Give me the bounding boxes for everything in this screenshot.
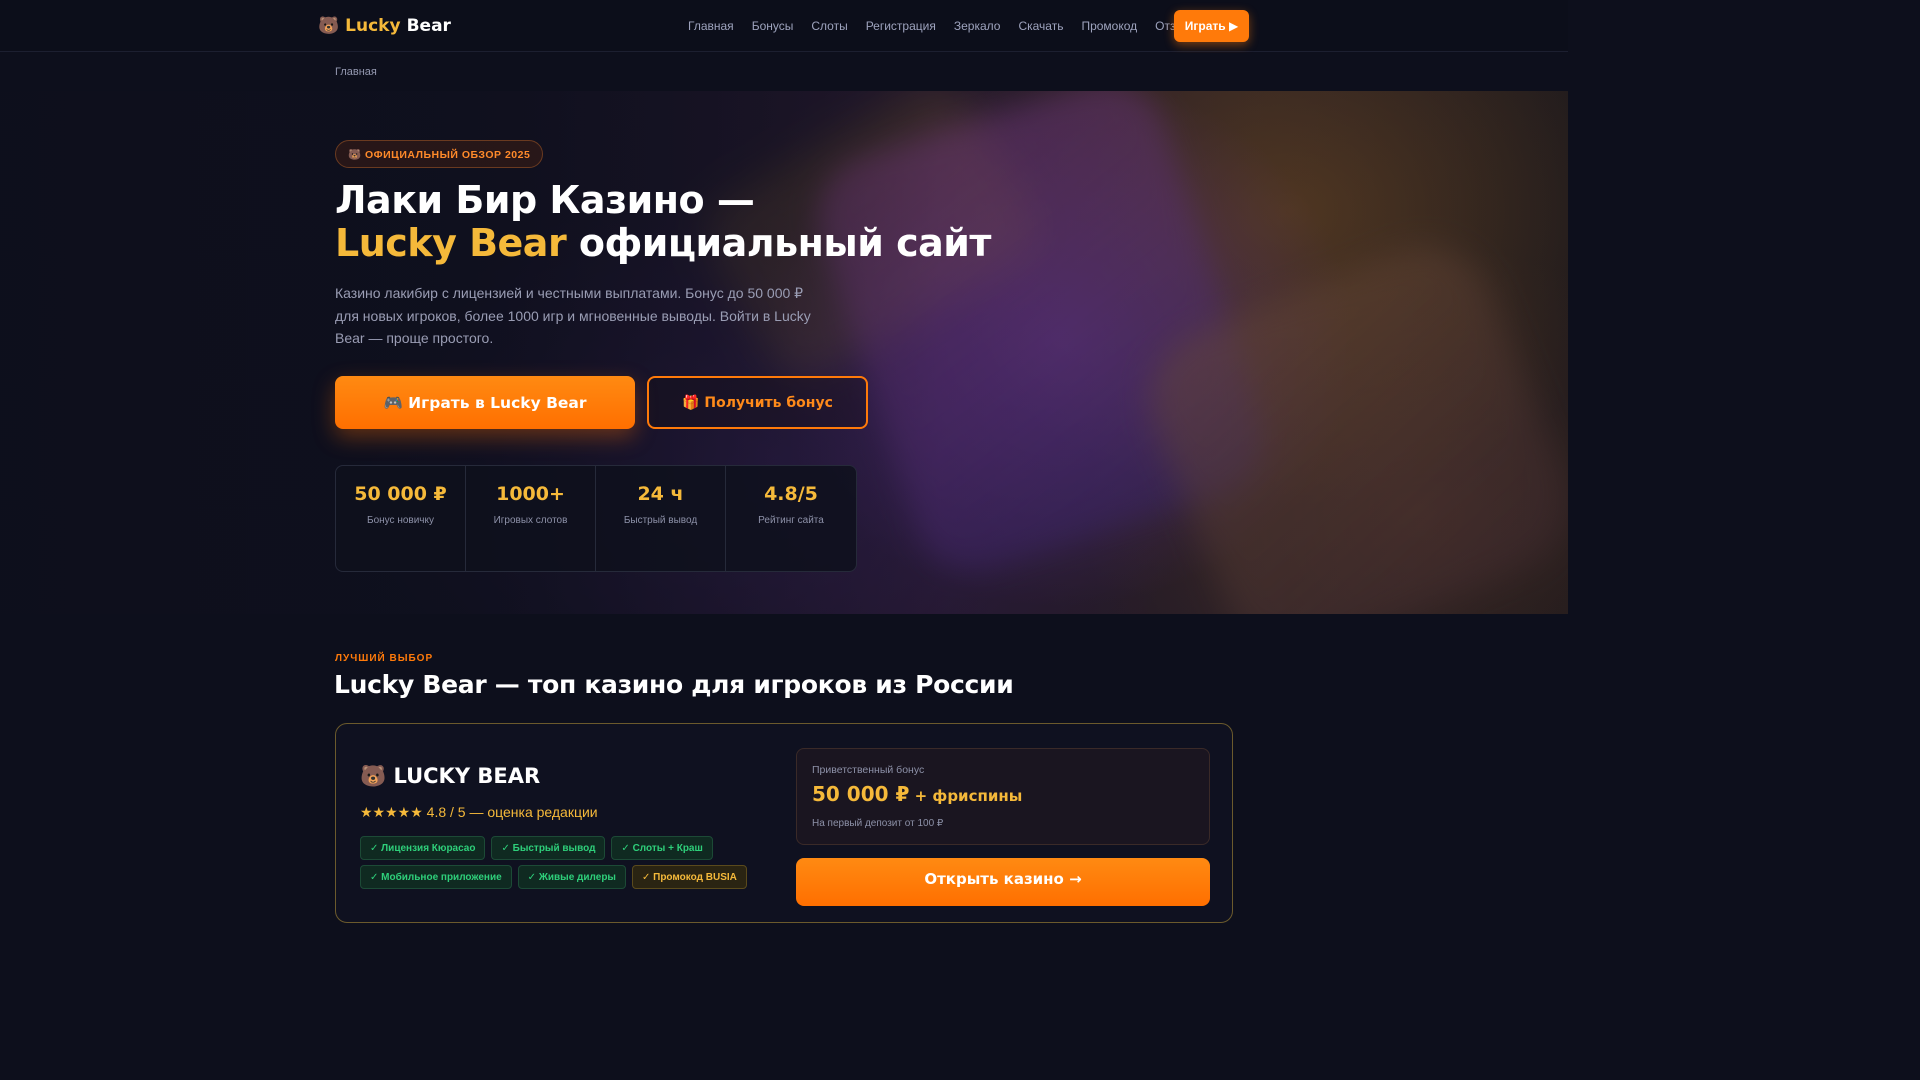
- logo-text-bear: Bear: [406, 16, 451, 36]
- bonus-amount: 50 000 ₽: [812, 782, 910, 806]
- top-navigation-bar: 🐻 Lucky Bear Главная Бонусы Слоты Регист…: [0, 0, 1568, 52]
- stats-panel: 50 000 ₽ Бонус новичку 1000+ Игровых сло…: [335, 465, 857, 572]
- logo-text-lucky: Lucky: [345, 16, 401, 36]
- bonus-note: На первый депозит от 100 ₽: [812, 818, 944, 829]
- nav-link-download[interactable]: Скачать: [1018, 19, 1063, 33]
- open-casino-button[interactable]: Открыть казино →: [796, 858, 1210, 906]
- nav-link-promocode[interactable]: Промокод: [1081, 19, 1137, 33]
- nav-link-bonuses[interactable]: Бонусы: [752, 19, 794, 33]
- feature-tag: ✓ Слоты + Краш: [611, 836, 713, 860]
- casino-brand: 🐻 LUCKY BEAR: [360, 764, 541, 788]
- bear-icon: 🐻: [318, 16, 340, 36]
- page-title-line1: Лаки Бир Казино —: [335, 178, 755, 222]
- stat-label: Бонус новичку: [367, 515, 434, 526]
- nav-link-registration[interactable]: Регистрация: [866, 19, 936, 33]
- stat-item: 50 000 ₽ Бонус новичку: [336, 466, 466, 571]
- stat-label: Игровых слотов: [493, 515, 568, 526]
- page-title: Лаки Бир Казино — Lucky Bear официальный…: [335, 179, 1155, 265]
- section-eyebrow: ЛУЧШИЙ ВЫБОР: [335, 653, 434, 664]
- play-lucky-bear-button[interactable]: 🎮 Играть в Lucky Bear: [335, 376, 635, 429]
- bonus-extra: + фриспины: [909, 787, 1023, 805]
- review-badge: 🐻 ОФИЦИАЛЬНЫЙ ОБЗОР 2025: [335, 140, 544, 168]
- rating-stars: ★★★★★: [360, 804, 423, 820]
- feature-tag: ✓ Мобильное приложение: [360, 865, 512, 889]
- stat-item: 4.8/5 Рейтинг сайта: [726, 466, 856, 571]
- stat-value: 4.8/5: [764, 483, 818, 505]
- stat-item: 24 ч Быстрый вывод: [596, 466, 726, 571]
- hero-description: Казино лакибир с лицензией и честными вы…: [335, 285, 811, 346]
- nav-link-mirror[interactable]: Зеркало: [954, 19, 1001, 33]
- feature-tag: ✓ Лицензия Кюрасао: [360, 836, 486, 860]
- page-title-highlight: Lucky Bear: [335, 221, 567, 265]
- site-logo[interactable]: 🐻 Lucky Bear: [318, 13, 451, 39]
- breadcrumb-bar: Главная: [0, 53, 1568, 91]
- feature-tag: ✓ Живые дилеры: [517, 865, 626, 889]
- stat-value: 50 000 ₽: [354, 483, 447, 505]
- feature-tag: ✓ Быстрый вывод: [491, 836, 606, 860]
- rating-text: 4.8 / 5 — оценка редакции: [422, 804, 598, 820]
- stat-label: Рейтинг сайта: [758, 515, 824, 526]
- bonus-value: 50 000 ₽ + фриспины: [812, 782, 1022, 806]
- get-bonus-button[interactable]: 🎁 Получить бонус: [647, 376, 868, 429]
- breadcrumb[interactable]: Главная: [335, 66, 377, 78]
- nav-link-slots[interactable]: Слоты: [811, 19, 847, 33]
- bonus-label: Приветственный бонус: [812, 764, 925, 776]
- promo-code-tag: ✓ Промокод BUSIA: [631, 865, 747, 889]
- feature-tags: ✓ Лицензия Кюрасао ✓ Быстрый вывод ✓ Сло…: [360, 836, 760, 889]
- page-title-rest: официальный сайт: [566, 221, 992, 265]
- editor-rating: ★★★★★ 4.8 / 5 — оценка редакции: [360, 804, 598, 821]
- hero-section: 🐻 ОФИЦИАЛЬНЫЙ ОБЗОР 2025 Лаки Бир Казино…: [0, 91, 1568, 614]
- stat-value: 1000+: [496, 483, 565, 505]
- header-play-button[interactable]: Играть ▶: [1174, 10, 1249, 42]
- stat-item: 1000+ Игровых слотов: [466, 466, 596, 571]
- main-nav: Главная Бонусы Слоты Регистрация Зеркало…: [688, 0, 1199, 52]
- section-title: Lucky Bear — топ казино для игроков из Р…: [334, 670, 1014, 699]
- stat-label: Быстрый вывод: [623, 515, 698, 526]
- casino-card: 🐻 LUCKY BEAR ★★★★★ 4.8 / 5 — оценка реда…: [335, 723, 1233, 923]
- stat-value: 24 ч: [637, 483, 684, 505]
- nav-link-home[interactable]: Главная: [688, 19, 734, 33]
- welcome-bonus-box: Приветственный бонус 50 000 ₽ + фриспины…: [796, 748, 1210, 845]
